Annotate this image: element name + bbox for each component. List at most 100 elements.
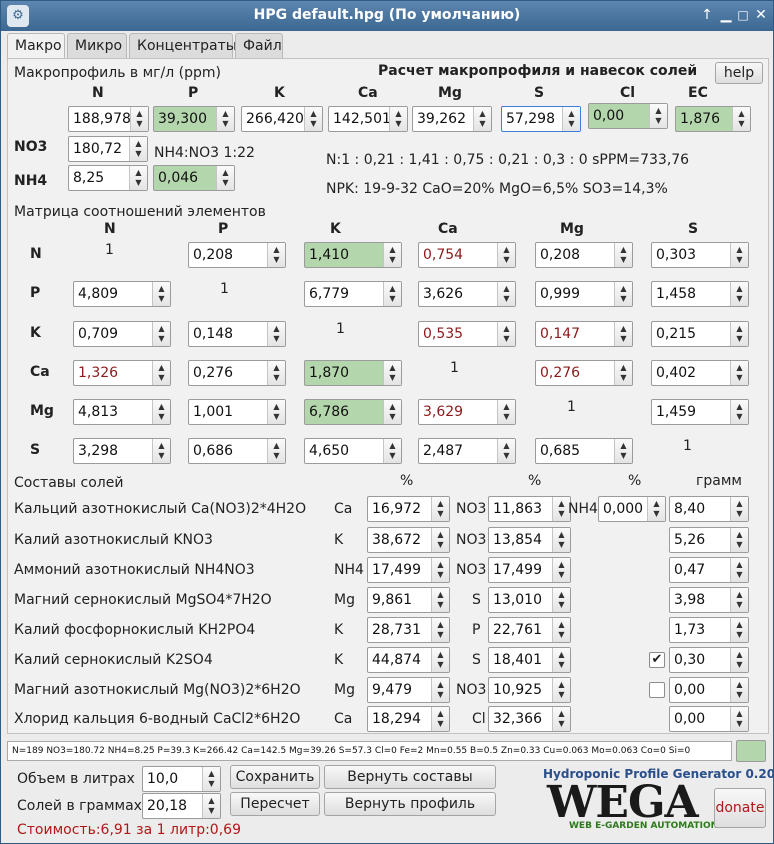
stepper-arrows-icon[interactable]: ▲ ▼ — [552, 588, 570, 612]
salt-grams-input[interactable]: 0,00 ▲ ▼ — [669, 677, 749, 703]
matrix-cell-input[interactable]: 0,402 ▲ ▼ — [651, 360, 749, 386]
macro-input-s[interactable]: 57,298 ▲ ▼ — [501, 106, 581, 132]
stepper-arrows-icon[interactable]: ▲ ▼ — [732, 107, 750, 131]
stepper-arrows-icon[interactable]: ▲ ▼ — [730, 707, 748, 731]
macro-input-n[interactable]: 188,978 ▲ ▼ — [68, 106, 149, 132]
matrix-cell-input[interactable]: 0,147 ▲ ▼ — [535, 321, 633, 347]
stepper-arrows-icon[interactable]: ▲ ▼ — [614, 439, 632, 463]
stepper-arrows-icon[interactable]: ▲ ▼ — [431, 648, 449, 672]
salt-percent-1-input[interactable]: 9,861 ▲ ▼ — [367, 587, 450, 613]
stepper-arrows-icon[interactable]: ▲ ▼ — [730, 282, 748, 306]
stepper-arrows-icon[interactable]: ▲ ▼ — [431, 707, 449, 731]
stepper-arrows-icon[interactable]: ▲ ▼ — [383, 439, 401, 463]
stepper-arrows-icon[interactable]: ▲ ▼ — [730, 361, 748, 385]
stepper-arrows-icon[interactable]: ▲ ▼ — [431, 588, 449, 612]
stepper-arrows-icon[interactable]: ▲ ▼ — [730, 648, 748, 672]
stepper-arrows-icon[interactable]: ▲ ▼ — [730, 558, 748, 582]
matrix-cell-input[interactable]: 1,458 ▲ ▼ — [651, 281, 749, 307]
stepper-arrows-icon[interactable]: ▲ ▼ — [267, 400, 285, 424]
salt-grams-input[interactable]: 5,26 ▲ ▼ — [669, 527, 749, 553]
stepper-arrows-icon[interactable]: ▲ ▼ — [431, 558, 449, 582]
pin-icon[interactable]: ↑ — [699, 7, 715, 23]
save-button[interactable]: Сохранить — [230, 765, 320, 789]
salt-percent-1-input[interactable]: 38,672 ▲ ▼ — [367, 527, 450, 553]
stepper-arrows-icon[interactable]: ▲ ▼ — [431, 618, 449, 642]
tab-concentrates[interactable]: Концентраты — [129, 33, 237, 59]
matrix-cell-input[interactable]: 0,148 ▲ ▼ — [188, 321, 286, 347]
salt-percent-1-input[interactable]: 9,479 ▲ ▼ — [367, 677, 450, 703]
salt-percent-3-input[interactable]: 0,000 ▲ ▼ — [598, 496, 666, 522]
stepper-arrows-icon[interactable]: ▲ ▼ — [730, 243, 748, 267]
stepper-arrows-icon[interactable]: ▲ ▼ — [730, 618, 748, 642]
macro-input-k[interactable]: 266,420 ▲ ▼ — [241, 106, 323, 132]
stepper-arrows-icon[interactable]: ▲ ▼ — [152, 361, 170, 385]
stepper-arrows-icon[interactable]: ▲ ▼ — [497, 282, 515, 306]
stepper-arrows-icon[interactable]: ▲ ▼ — [152, 439, 170, 463]
volume-input[interactable]: 10,0 ▲ ▼ — [142, 766, 221, 792]
macro-input-p[interactable]: 39,300 ▲ ▼ — [153, 106, 235, 132]
stepper-arrows-icon[interactable]: ▲ ▼ — [730, 497, 748, 521]
recalc-button[interactable]: Пересчет — [230, 792, 320, 816]
stepper-arrows-icon[interactable]: ▲ ▼ — [267, 439, 285, 463]
stepper-arrows-icon[interactable]: ▲ ▼ — [552, 558, 570, 582]
matrix-cell-input[interactable]: 2,487 ▲ ▼ — [418, 438, 516, 464]
k2so4-checkbox[interactable]: ✔ — [649, 652, 665, 668]
stepper-arrows-icon[interactable]: ▲ ▼ — [267, 322, 285, 346]
matrix-cell-input[interactable]: 0,754 ▲ ▼ — [418, 242, 516, 268]
stepper-arrows-icon[interactable]: ▲ ▼ — [129, 137, 147, 161]
stepper-arrows-icon[interactable]: ▲ ▼ — [216, 107, 234, 131]
restore-salts-button[interactable]: Вернуть составы — [324, 765, 496, 789]
stepper-arrows-icon[interactable]: ▲ ▼ — [383, 282, 401, 306]
salt-grams-input[interactable]: 0,47 ▲ ▼ — [669, 557, 749, 583]
salt-percent-1-input[interactable]: 44,874 ▲ ▼ — [367, 647, 450, 673]
salt-percent-2-input[interactable]: 17,499 ▲ ▼ — [488, 557, 571, 583]
stepper-arrows-icon[interactable]: ▲ ▼ — [431, 528, 449, 552]
tab-macro[interactable]: Макро — [7, 33, 65, 60]
matrix-cell-input[interactable]: 0,276 ▲ ▼ — [188, 360, 286, 386]
matrix-cell-input[interactable]: 0,535 ▲ ▼ — [418, 321, 516, 347]
stepper-arrows-icon[interactable]: ▲ ▼ — [152, 282, 170, 306]
stepper-arrows-icon[interactable]: ▲ ▼ — [130, 107, 148, 131]
stepper-arrows-icon[interactable]: ▲ ▼ — [383, 361, 401, 385]
nh4-input[interactable]: 8,25 ▲ ▼ — [68, 165, 148, 191]
matrix-cell-input[interactable]: 0,208 ▲ ▼ — [188, 242, 286, 268]
stepper-arrows-icon[interactable]: ▲ ▼ — [730, 528, 748, 552]
matrix-cell-input[interactable]: 6,786 ▲ ▼ — [304, 399, 402, 425]
matrix-cell-input[interactable]: 0,686 ▲ ▼ — [188, 438, 286, 464]
restore-profile-button[interactable]: Вернуть профиль — [324, 792, 496, 816]
help-button[interactable]: help — [715, 62, 763, 84]
stepper-arrows-icon[interactable]: ▲ ▼ — [431, 497, 449, 521]
stepper-arrows-icon[interactable]: ▲ ▼ — [152, 322, 170, 346]
stepper-arrows-icon[interactable]: ▲ ▼ — [730, 322, 748, 346]
matrix-cell-input[interactable]: 0,303 ▲ ▼ — [651, 242, 749, 268]
stepper-arrows-icon[interactable]: ▲ ▼ — [730, 588, 748, 612]
stepper-arrows-icon[interactable]: ▲ ▼ — [614, 243, 632, 267]
stepper-arrows-icon[interactable]: ▲ ▼ — [431, 678, 449, 702]
salt-grams-input[interactable]: 0,30 ▲ ▼ — [669, 647, 749, 673]
matrix-cell-input[interactable]: 0,999 ▲ ▼ — [535, 281, 633, 307]
stepper-arrows-icon[interactable]: ▲ ▼ — [304, 107, 322, 131]
stepper-arrows-icon[interactable]: ▲ ▼ — [497, 322, 515, 346]
matrix-cell-input[interactable]: 1,410 ▲ ▼ — [304, 242, 402, 268]
macro-input-ca[interactable]: 142,501 ▲ ▼ — [328, 106, 408, 132]
nh4-extra-input[interactable]: 0,046 ▲ ▼ — [153, 165, 235, 191]
stepper-arrows-icon[interactable]: ▲ ▼ — [614, 322, 632, 346]
stepper-arrows-icon[interactable]: ▲ ▼ — [389, 107, 407, 131]
mgno3-checkbox[interactable] — [649, 682, 665, 698]
matrix-cell-input[interactable]: 0,709 ▲ ▼ — [73, 321, 171, 347]
salt-percent-2-input[interactable]: 13,854 ▲ ▼ — [488, 527, 571, 553]
stepper-arrows-icon[interactable]: ▲ ▼ — [383, 243, 401, 267]
salt-percent-2-input[interactable]: 22,761 ▲ ▼ — [488, 617, 571, 643]
salt-percent-1-input[interactable]: 16,972 ▲ ▼ — [367, 496, 450, 522]
stepper-arrows-icon[interactable]: ▲ ▼ — [497, 400, 515, 424]
macro-input-mg[interactable]: 39,262 ▲ ▼ — [412, 106, 492, 132]
matrix-cell-input[interactable]: 4,809 ▲ ▼ — [73, 281, 171, 307]
maximize-icon[interactable]: □ — [735, 7, 751, 23]
matrix-cell-input[interactable]: 1,326 ▲ ▼ — [73, 360, 171, 386]
stepper-arrows-icon[interactable]: ▲ ▼ — [552, 707, 570, 731]
matrix-cell-input[interactable]: 1,870 ▲ ▼ — [304, 360, 402, 386]
stepper-arrows-icon[interactable]: ▲ ▼ — [152, 400, 170, 424]
stepper-arrows-icon[interactable]: ▲ ▼ — [267, 361, 285, 385]
stepper-arrows-icon[interactable]: ▲ ▼ — [614, 361, 632, 385]
stepper-arrows-icon[interactable]: ▲ ▼ — [267, 243, 285, 267]
